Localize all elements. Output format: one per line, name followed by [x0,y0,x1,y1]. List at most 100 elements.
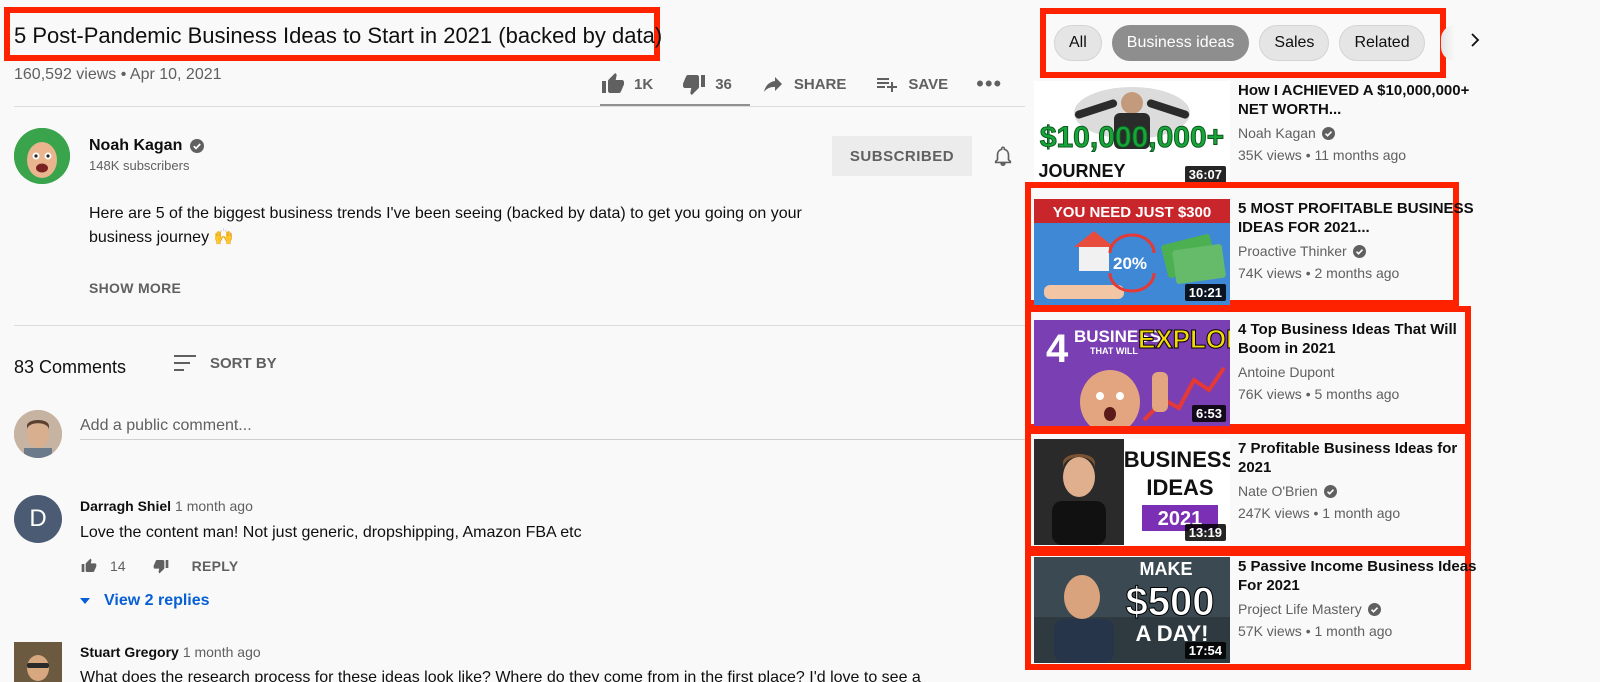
chip-sales[interactable]: Sales [1259,25,1330,61]
thumbnail-text: EXPLODE [1138,324,1230,354]
more-actions-button[interactable]: ••• [976,71,1002,97]
thumbnail-text: IDEAS [1146,475,1213,500]
channel-name-text: Project Life Mastery [1238,601,1362,617]
video-channel[interactable]: Noah Kagan [1238,125,1335,141]
face-icon [14,128,70,184]
video-views-date: 160,592 views • Apr 10, 2021 [14,66,222,83]
chevron-right-icon [1471,33,1480,47]
comment-time[interactable]: 1 month ago [175,498,253,514]
thumbnail-text: JOURNEY [1038,161,1125,181]
video-title[interactable]: 5 Passive Income Business Ideas For 2021 [1238,557,1478,595]
chips-next-button[interactable] [1470,33,1480,52]
share-label: SHARE [793,75,847,93]
divider [14,106,1025,107]
thumbs-down-icon [683,75,706,95]
video-channel[interactable]: Antoine Dupont [1238,364,1335,380]
notification-bell-button[interactable] [992,144,1014,173]
reply-button[interactable]: REPLY [192,558,239,574]
video-duration: 10:21 [1184,284,1226,301]
thumbnail-text: BUSINESS [1124,447,1230,472]
divider [14,325,1025,326]
video-title[interactable]: 5 MOST PROFITABLE BUSINESS IDEAS FOR 202… [1238,199,1478,237]
view-replies-button[interactable]: View 2 replies [80,592,210,610]
verified-check-icon [1323,484,1337,498]
thumbnail-text: $10,000,000+ [1040,121,1224,154]
thumbs-up-icon [602,73,624,93]
add-comment-input[interactable] [80,412,1025,440]
comment-text: Love the content man! Not just generic, … [80,524,582,541]
thumbs-down-icon[interactable] [152,558,170,574]
secondary-column: All Business ideas Sales Related $10,000… [1025,0,1600,682]
video-meta: 247K views • 1 month ago [1238,505,1401,521]
video-meta: 76K views • 5 months ago [1238,386,1400,402]
channel-name-text: Noah Kagan [89,137,183,154]
channel-name[interactable]: Noah Kagan [89,137,205,155]
video-meta: 74K views • 2 months ago [1238,265,1400,281]
comment-avatar[interactable] [14,642,62,682]
video-duration: 6:53 [1191,405,1226,422]
primary-column: 5 Post-Pandemic Business Ideas to Start … [0,0,1030,682]
channel-name-text: Noah Kagan [1238,125,1316,141]
thumbs-up-icon[interactable] [80,558,98,574]
verified-check-icon [1367,602,1381,616]
recommended-video[interactable]: BUSINESS IDEAS 2021 13:19 7 Profitable B… [1034,439,1504,545]
dislike-button[interactable]: 36 [681,72,732,96]
comment-author-name: Stuart Gregory [80,644,179,660]
recommended-video[interactable]: 4 BUSINESS THAT WILL EXPLODE 6:53 4 Top … [1034,320,1504,426]
like-button[interactable]: 1K [600,72,653,96]
video-channel[interactable]: Proactive Thinker [1238,243,1366,259]
video-thumbnail[interactable]: 4 BUSINESS THAT WILL EXPLODE 6:53 [1034,320,1230,426]
channel-name-text: Antoine Dupont [1238,364,1335,380]
comments-count: 83 Comments [14,357,127,377]
thumbnail-text: THAT WILL [1090,346,1138,356]
video-title[interactable]: 4 Top Business Ideas That Will Boom in 2… [1238,320,1478,358]
save-button[interactable]: SAVE [874,72,948,96]
chip-related[interactable]: Related [1339,25,1425,61]
video-title[interactable]: 7 Profitable Business Ideas for 2021 [1238,439,1478,477]
video-thumbnail[interactable]: MAKE $500 A DAY! 17:54 [1034,557,1230,663]
bell-icon [994,146,1012,166]
video-thumbnail[interactable]: YOU NEED JUST $300 20% 10:21 [1034,199,1230,305]
verified-check-icon [190,139,205,153]
video-title[interactable]: How I ACHIEVED A $10,000,000+ NET WORTH.… [1238,81,1478,119]
recommended-video[interactable]: YOU NEED JUST $300 20% 10:21 5 MOST PROF… [1034,199,1504,305]
save-label: SAVE [908,75,949,93]
thumbnail-text: $500 [1126,580,1215,624]
share-button[interactable]: SHARE [760,72,847,96]
video-title: 5 Post-Pandemic Business Ideas to Start … [14,23,663,48]
video-duration: 17:54 [1184,642,1226,659]
sort-by-label: SORT BY [210,354,277,372]
share-icon [763,77,782,92]
video-thumbnail[interactable]: $10,000,000+ JOURNEY 36:07 [1034,81,1230,187]
comment-like-count: 14 [110,558,126,574]
chip-all[interactable]: All [1054,25,1102,61]
like-count: 1K [634,75,654,93]
face-icon [14,642,62,682]
recommended-video[interactable]: $10,000,000+ JOURNEY 36:07 How I ACHIEVE… [1034,81,1504,187]
channel-name-text: Proactive Thinker [1238,243,1347,259]
thumbnail-text: 20% [1113,254,1147,273]
comment-avatar[interactable]: D [14,495,62,543]
video-description: Here are 5 of the biggest business trend… [89,205,802,246]
sort-by-button[interactable]: SORT BY [174,354,277,372]
video-meta: 57K views • 1 month ago [1238,623,1393,639]
channel-name-text: Nate O'Brien [1238,483,1318,499]
playlist-add-icon [877,78,898,92]
video-channel[interactable]: Nate O'Brien [1238,483,1337,499]
comment-time[interactable]: 1 month ago [183,644,261,660]
comment-author[interactable]: Stuart Gregory 1 month ago [80,644,261,660]
chip-business-ideas[interactable]: Business ideas [1111,25,1250,61]
subscribed-button[interactable]: SUBSCRIBED [832,136,972,176]
comment-author[interactable]: Darragh Shiel 1 month ago [80,498,253,514]
youtube-watch-page: 5 Post-Pandemic Business Ideas to Start … [0,0,1600,682]
face-icon [14,410,62,458]
video-thumbnail[interactable]: BUSINESS IDEAS 2021 13:19 [1034,439,1230,545]
channel-avatar[interactable] [14,128,70,184]
filter-chips: All Business ideas Sales Related [1054,25,1455,61]
thumbnail-text: 4 [1046,327,1069,371]
caret-down-icon [80,598,90,604]
video-channel[interactable]: Project Life Mastery [1238,601,1381,617]
show-more-button[interactable]: SHOW MORE [89,280,181,296]
recommended-video[interactable]: MAKE $500 A DAY! 17:54 5 Passive Income … [1034,557,1504,663]
subscriber-count: 148K subscribers [89,158,190,173]
